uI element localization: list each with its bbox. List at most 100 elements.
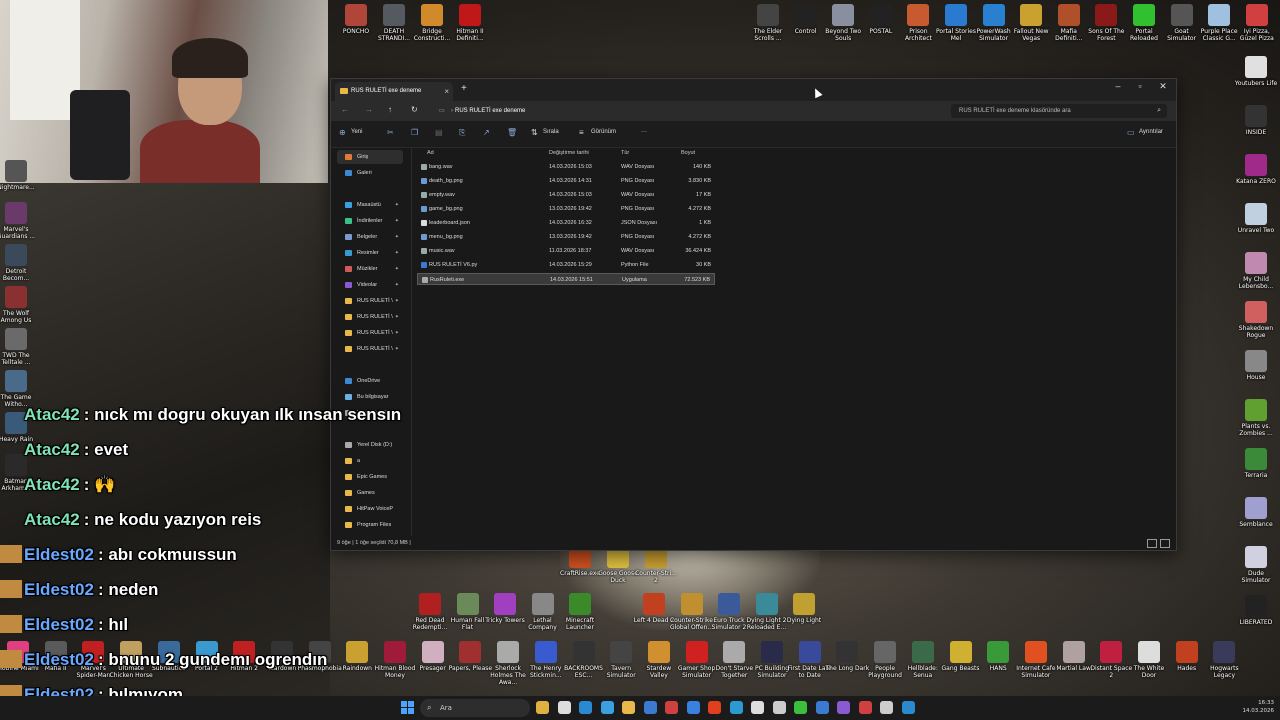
pin-icon[interactable]: ✦ (395, 326, 399, 340)
delete-icon[interactable]: 🗑 (507, 128, 517, 137)
file-row[interactable]: leaderboard.json 14.03.2026 16:32 JSON Dos… (417, 217, 715, 229)
desktop-icon[interactable]: Iyi Pizza, Güzel Pizza (1235, 4, 1279, 42)
sidebar-item[interactable]: RUS RULETİ \ ✦ (337, 294, 403, 308)
pin-icon[interactable]: ✦ (395, 278, 399, 292)
maximize-button[interactable]: ▫ (1129, 81, 1151, 91)
pin-icon[interactable]: ✦ (395, 246, 399, 260)
desktop-icon[interactable]: Hogwarts Legacy (1202, 641, 1246, 679)
system-clock[interactable]: 16:33 14.03.2026 (1243, 699, 1275, 715)
file-row[interactable]: menu_bg.png 13.03.2026 19:42 PNG Dosyası 4.… (417, 231, 715, 243)
taskbar-app-icon[interactable] (557, 701, 571, 714)
taskbar-app-icon[interactable] (643, 701, 657, 714)
search-input[interactable]: RUS RULETİ exe deneme klasöründe ara ⌕ (951, 104, 1167, 118)
desktop-icon[interactable]: Dude Simulator (1234, 546, 1278, 584)
column-header-date[interactable]: Değiştirme tarihi (549, 150, 589, 156)
taskbar-app-icon[interactable] (901, 701, 915, 714)
desktop-icon[interactable]: Hitman II Definiti... (448, 4, 492, 42)
taskbar-app-icon[interactable] (665, 701, 678, 714)
desktop-icon[interactable]: Plants vs. Zombies ... (1234, 399, 1278, 437)
cut-icon[interactable]: ✂ (387, 128, 394, 137)
file-explorer-window[interactable]: RUS RULETİ exe deneme × + – ▫ ✕ ← → ↑ ↻ … (330, 78, 1177, 551)
rename-icon[interactable]: ⎘ (459, 128, 465, 138)
desktop-icon[interactable]: Terraria (1234, 448, 1278, 479)
pane-divider[interactable] (411, 148, 412, 536)
sidebar-item[interactable]: RUS RULETİ \ ✦ (337, 310, 403, 324)
file-row[interactable]: death_bg.png 14.03.2026 14:31 PNG Dosyası 3… (417, 175, 715, 187)
new-button[interactable]: Yeni (351, 129, 362, 135)
file-row[interactable]: game_bg.png 13.03.2026 19:42 PNG Dosyası 4.… (417, 203, 715, 215)
sidebar-item[interactable]: Epic Games (337, 470, 403, 484)
taskbar-app-icon[interactable] (729, 701, 743, 714)
desktop-icon[interactable]: Katana ZERO (1234, 154, 1278, 185)
new-tab-button[interactable]: + (461, 83, 467, 94)
sort-button[interactable]: Sırala (543, 129, 559, 135)
desktop-icon[interactable]: The Wolf Among Us (0, 286, 38, 324)
minimize-button[interactable]: – (1107, 81, 1129, 91)
view-button[interactable]: Görünüm (591, 129, 616, 135)
tiles-view-icon[interactable] (1160, 539, 1170, 548)
taskbar-app-icon[interactable] (794, 701, 807, 714)
pin-icon[interactable]: ✦ (395, 262, 399, 276)
desktop-icon[interactable]: Nightmare... (0, 160, 38, 191)
sidebar-item[interactable]: Müzikler ✦ (337, 262, 403, 276)
taskbar-app-icon[interactable] (600, 701, 614, 714)
pin-icon[interactable]: ✦ (395, 230, 399, 244)
sidebar-item[interactable]: Program Files (337, 518, 403, 532)
taskbar-app-icon[interactable] (536, 701, 549, 714)
taskbar-search[interactable]: ⌕ Ara (420, 699, 530, 717)
column-header-size[interactable]: Boyut (681, 150, 695, 156)
pin-icon[interactable]: ✦ (395, 310, 399, 324)
desktop-icon[interactable]: My Child Lebensbo... (1234, 252, 1278, 290)
desktop-icon[interactable]: Unravel Two (1234, 203, 1278, 234)
column-header-type[interactable]: Tür (621, 150, 629, 156)
sidebar-item[interactable]: Yerel Disk (D:) (337, 438, 403, 452)
paste-icon[interactable]: ▤ (435, 128, 443, 137)
taskbar-app-icon[interactable] (837, 701, 850, 714)
desktop-icon[interactable]: Shakedown Rogue (1234, 301, 1278, 339)
desktop-icon[interactable]: Counter-Stri... 2 (634, 546, 678, 584)
close-window-button[interactable]: ✕ (1152, 81, 1174, 92)
file-row[interactable]: music.wav 11.03.2026 18:37 WAV Dosyası 36.4… (417, 245, 715, 257)
taskbar-app-icon[interactable] (751, 701, 764, 714)
sidebar-item[interactable]: RUS RULETİ \ ✦ (337, 342, 403, 356)
taskbar-app-icon[interactable] (708, 701, 721, 714)
sidebar-item[interactable]: OneDrive (337, 374, 403, 388)
taskbar-app-icon[interactable] (772, 701, 786, 714)
back-icon[interactable]: ← (341, 105, 349, 114)
sidebar-item[interactable]: Belgeler ✦ (337, 230, 403, 244)
sidebar-item[interactable]: Galeri (337, 166, 403, 180)
tab-folder[interactable]: RUS RULETİ exe deneme × (335, 82, 453, 101)
refresh-icon[interactable]: ↻ (411, 105, 418, 114)
sidebar-item[interactable]: HitPaw VoiceP (337, 502, 403, 516)
desktop-icon[interactable]: Detroit Becom... (0, 244, 38, 282)
desktop-icon[interactable]: TWD The Telltale ... (0, 328, 38, 366)
desktop-icon[interactable]: Semblance (1234, 497, 1278, 528)
sidebar-item[interactable]: RUS RULETİ \ ✦ (337, 326, 403, 340)
desktop-icon[interactable]: Marvel's Guardians ... (0, 202, 38, 240)
taskbar-app-icon[interactable] (858, 701, 872, 714)
taskbar-app-icon[interactable] (622, 701, 635, 714)
title-bar[interactable]: RUS RULETİ exe deneme × + – ▫ ✕ (331, 79, 1176, 101)
file-row[interactable]: empty.wav 14.03.2026 15:03 WAV Dosyası 17 K… (417, 189, 715, 201)
desktop-icon[interactable]: The Game Witho... (0, 370, 38, 408)
file-row[interactable]: bang.wav 14.03.2026 15:03 WAV Dosyası 140 K… (417, 161, 715, 173)
sidebar-item[interactable]: a (337, 454, 403, 468)
share-icon[interactable]: ↗ (483, 128, 490, 137)
desktop-icon[interactable]: LIBERATED (1234, 595, 1278, 626)
pin-icon[interactable]: ✦ (395, 214, 399, 228)
sidebar-item[interactable]: Giriş (337, 150, 403, 164)
desktop-icon[interactable]: Dying Light (782, 593, 826, 624)
sidebar-item[interactable]: İndirilenler ✦ (337, 214, 403, 228)
pin-icon[interactable]: ✦ (395, 342, 399, 356)
sidebar-item[interactable]: Games (337, 486, 403, 500)
taskbar-app-icon[interactable] (815, 701, 829, 714)
file-row[interactable]: RUS RULETİ V6.py 14.03.2026 15:29 Python F… (417, 259, 715, 271)
copy-icon[interactable]: ❐ (411, 128, 418, 137)
sidebar-item[interactable]: Videolar ✦ (337, 278, 403, 292)
taskbar-app-icon[interactable] (686, 701, 700, 714)
close-tab-icon[interactable]: × (444, 82, 449, 101)
details-button[interactable]: Ayrıntılar (1139, 129, 1163, 135)
pin-icon[interactable]: ✦ (395, 198, 399, 212)
details-view-icon[interactable] (1147, 539, 1157, 548)
column-header-name[interactable]: Ad (427, 150, 434, 156)
